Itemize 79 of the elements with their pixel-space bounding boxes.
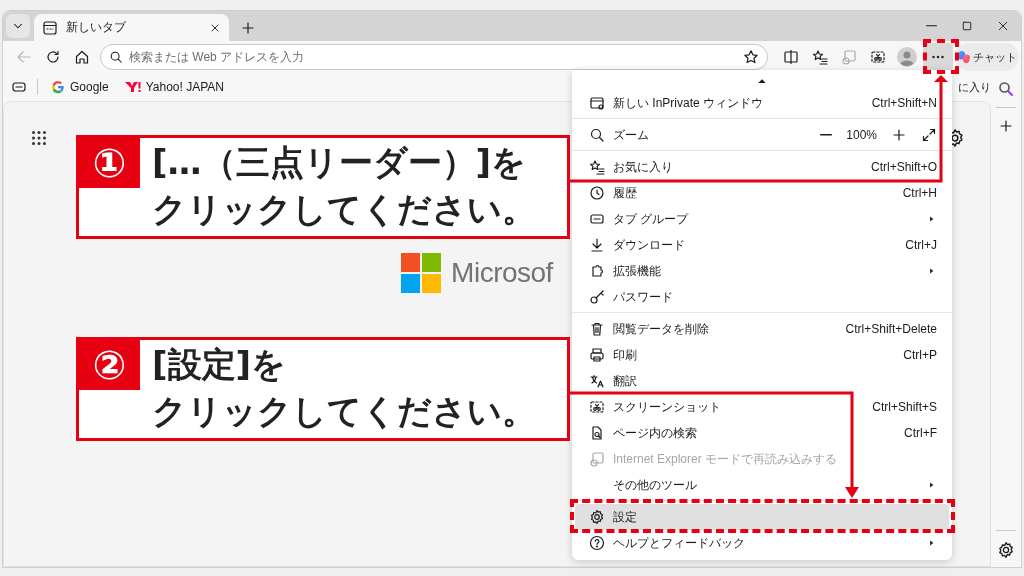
printer-icon — [589, 347, 605, 363]
google-icon — [51, 80, 65, 94]
expand-icon — [921, 127, 937, 143]
grid-icon — [32, 131, 46, 145]
menu-item[interactable]: 印刷 Ctrl+P — [575, 342, 949, 368]
document-icon — [589, 451, 605, 467]
page-search-icon — [589, 425, 605, 441]
step-number: ② — [79, 340, 140, 390]
callout-text: [設定]を クリックしてください。 — [152, 343, 536, 433]
menu-item[interactable]: スクリーンショット Ctrl+Shift+S — [575, 394, 949, 420]
menu-item[interactable]: パスワード — [575, 284, 949, 310]
favorites-bar-icon — [11, 79, 27, 95]
menu-item[interactable]: 閲覧データを削除 Ctrl+Shift+Delete — [575, 316, 949, 342]
settings-icon — [589, 509, 605, 525]
close-icon — [997, 20, 1009, 32]
apps-button[interactable] — [32, 128, 46, 148]
download-icon — [589, 237, 605, 253]
help-icon — [589, 535, 605, 551]
key-icon — [589, 289, 605, 305]
avatar-icon — [896, 47, 917, 67]
menu-item[interactable]: その他のツール — [575, 472, 949, 498]
search-icon — [998, 81, 1014, 97]
bookmark[interactable]: Google — [48, 75, 112, 99]
address-input[interactable]: 検索または Web アドレスを入力 — [129, 50, 737, 64]
search-icon — [109, 50, 123, 64]
menu-item[interactable]: ヘルプとフィードバック — [575, 530, 949, 556]
menu-item[interactable]: お気に入り Ctrl+Shift+O — [575, 154, 949, 180]
tab-group-icon — [589, 211, 605, 227]
trash-icon — [589, 321, 605, 337]
favicon-icon — [124, 81, 141, 93]
full-screen-button[interactable] — [921, 127, 937, 143]
bookmark[interactable]: に入り — [958, 75, 991, 99]
star-icon — [743, 49, 759, 65]
menu-item[interactable]: 拡張機能 — [575, 258, 949, 284]
tab-page-icon — [42, 19, 58, 36]
minimize-icon — [925, 25, 937, 27]
menu-item[interactable]: ダウンロード Ctrl+J — [575, 232, 949, 258]
split-screen-icon — [782, 49, 799, 65]
step-number: ① — [79, 138, 140, 188]
search-button[interactable] — [998, 81, 1014, 97]
screenshot-icon — [589, 399, 605, 415]
puzzle-icon — [589, 263, 605, 279]
logo-icon — [401, 253, 442, 293]
bookmark[interactable]: Yahoo! JAPAN — [121, 75, 227, 99]
maximize-icon — [961, 20, 973, 32]
plus-icon — [998, 118, 1014, 134]
document-icon — [840, 49, 857, 65]
browser-tab[interactable]: 新しいタブ — [34, 14, 229, 41]
callout-text: […（三点リーダー）]を クリックしてください。 — [152, 141, 536, 231]
zoom-level: 100% — [846, 128, 877, 142]
back-arrow-icon — [15, 49, 32, 65]
zoom-label: ズーム — [613, 126, 649, 144]
address-bar[interactable]: 検索または Web アドレスを入力 — [100, 44, 768, 70]
more-button[interactable] — [923, 43, 953, 71]
menu-item[interactable]: 履歴 Ctrl+H — [575, 180, 949, 206]
window-icon — [589, 95, 605, 111]
zoom-in-button[interactable] — [891, 127, 907, 143]
screenshot-icon — [869, 49, 886, 65]
translate-icon — [589, 373, 605, 389]
minus-icon — [820, 134, 833, 136]
clock-icon — [589, 185, 605, 201]
settings-icon — [997, 541, 1015, 559]
settings-button[interactable] — [997, 541, 1015, 559]
menu-item[interactable]: タブ グループ — [575, 206, 949, 232]
highlight-frame — [923, 39, 959, 74]
add-button[interactable] — [998, 118, 1014, 134]
menu-item[interactable]: 新しい InPrivate ウィンドウ Ctrl+Shift+N — [575, 90, 949, 116]
logo-text: Microsof — [451, 257, 553, 289]
star-list-icon — [811, 49, 828, 65]
menu-item[interactable]: 設定 — [575, 504, 949, 530]
menu-item[interactable]: 翻訳 — [575, 368, 949, 394]
refresh-icon — [44, 49, 61, 65]
home-icon — [73, 49, 90, 65]
menu-item[interactable]: ページ内の検索 Ctrl+F — [575, 420, 949, 446]
more-icon — [932, 55, 944, 59]
plus-icon — [891, 127, 907, 143]
chat-button[interactable]: チャット — [955, 43, 1019, 71]
magnifier-icon — [589, 127, 605, 143]
star-list-icon — [589, 159, 605, 175]
